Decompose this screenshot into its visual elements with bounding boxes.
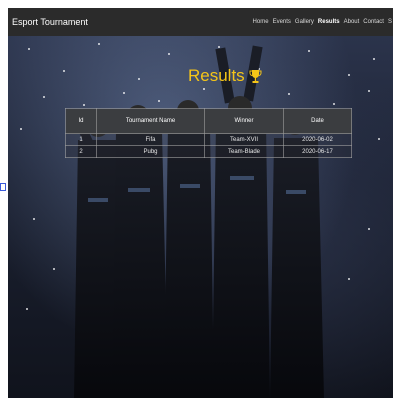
cell-tournament: Fifa xyxy=(96,133,205,146)
nav-link-contact[interactable]: Contact xyxy=(363,19,384,25)
cell-winner: Team-XVII xyxy=(204,133,284,146)
nav-link-results[interactable]: Results xyxy=(318,19,340,25)
results-heading: Results xyxy=(188,66,262,86)
nav-links: Home Events Gallery Results About Contac… xyxy=(253,8,393,36)
results-table: Id Tournament Name Winner Date 1 Fifa Te… xyxy=(65,108,352,158)
results-title-text: Results xyxy=(188,66,245,85)
nav-link-home[interactable]: Home xyxy=(253,19,269,25)
side-marker xyxy=(0,183,6,191)
top-navbar: Esport Tournament Home Events Gallery Re… xyxy=(8,8,393,36)
nav-link-s[interactable]: S xyxy=(388,19,392,25)
brand-logo[interactable]: Esport Tournament xyxy=(8,17,88,27)
col-header-winner: Winner xyxy=(204,108,284,134)
cell-id: 1 xyxy=(65,133,97,146)
hero-background: Esport Tournament Home Events Gallery Re… xyxy=(8,8,393,398)
table-row: 2 Pubg Team-Blade 2020-06-17 xyxy=(65,145,352,158)
col-header-id: Id xyxy=(65,108,97,134)
nav-link-events[interactable]: Events xyxy=(273,19,291,25)
cell-winner: Team-Blade xyxy=(204,145,284,158)
trophy-icon xyxy=(249,69,262,83)
cell-date: 2020-06-17 xyxy=(283,145,352,158)
cell-tournament: Pubg xyxy=(96,145,205,158)
nav-link-about[interactable]: About xyxy=(344,19,360,25)
table-header-row: Id Tournament Name Winner Date xyxy=(65,108,352,134)
table-row: 1 Fifa Team-XVII 2020-06-02 xyxy=(65,133,352,146)
cell-date: 2020-06-02 xyxy=(283,133,352,146)
col-header-date: Date xyxy=(283,108,352,134)
cell-id: 2 xyxy=(65,145,97,158)
col-header-tournament: Tournament Name xyxy=(96,108,205,134)
nav-link-gallery[interactable]: Gallery xyxy=(295,19,314,25)
